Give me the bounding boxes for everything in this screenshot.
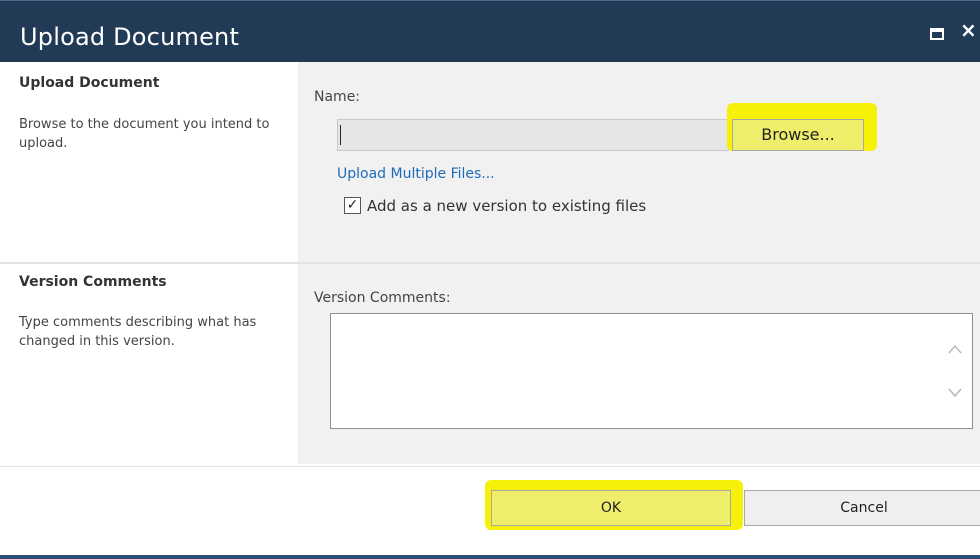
upload-section-fields (298, 62, 980, 262)
upload-section-heading: Upload Document (19, 75, 160, 91)
scroll-down-icon[interactable] (947, 384, 963, 400)
maximize-icon[interactable] (930, 28, 944, 40)
scroll-up-icon[interactable] (947, 342, 963, 358)
footer-divider (0, 466, 980, 467)
name-label: Name: (314, 89, 361, 105)
upload-section: Upload Document Browse to the document y… (0, 62, 980, 262)
ok-button[interactable]: OK (491, 490, 731, 526)
bottom-border (0, 555, 980, 559)
browse-button[interactable]: Browse... (732, 119, 864, 151)
dialog-title: Upload Document (20, 23, 240, 51)
upload-section-info: Upload Document Browse to the document y… (0, 62, 298, 262)
version-comments-textarea[interactable] (330, 313, 973, 429)
dialog-titlebar: Upload Document × (0, 0, 980, 62)
upload-multiple-files-link[interactable]: Upload Multiple Files... (337, 166, 495, 182)
version-section-heading: Version Comments (19, 274, 167, 290)
version-section-description: Type comments describing what has change… (19, 315, 257, 349)
version-section-info: Version Comments Type comments describin… (0, 264, 298, 464)
version-comments-label: Version Comments: (314, 290, 451, 306)
cancel-button[interactable]: Cancel (744, 490, 980, 526)
add-version-checkbox[interactable]: ✓ (344, 197, 361, 214)
name-field[interactable] (337, 119, 729, 151)
close-icon[interactable]: × (960, 20, 977, 40)
add-version-label[interactable]: Add as a new version to existing files (367, 197, 646, 215)
text-caret (340, 125, 341, 145)
upload-section-description: Browse to the document you intend to upl… (19, 117, 270, 151)
